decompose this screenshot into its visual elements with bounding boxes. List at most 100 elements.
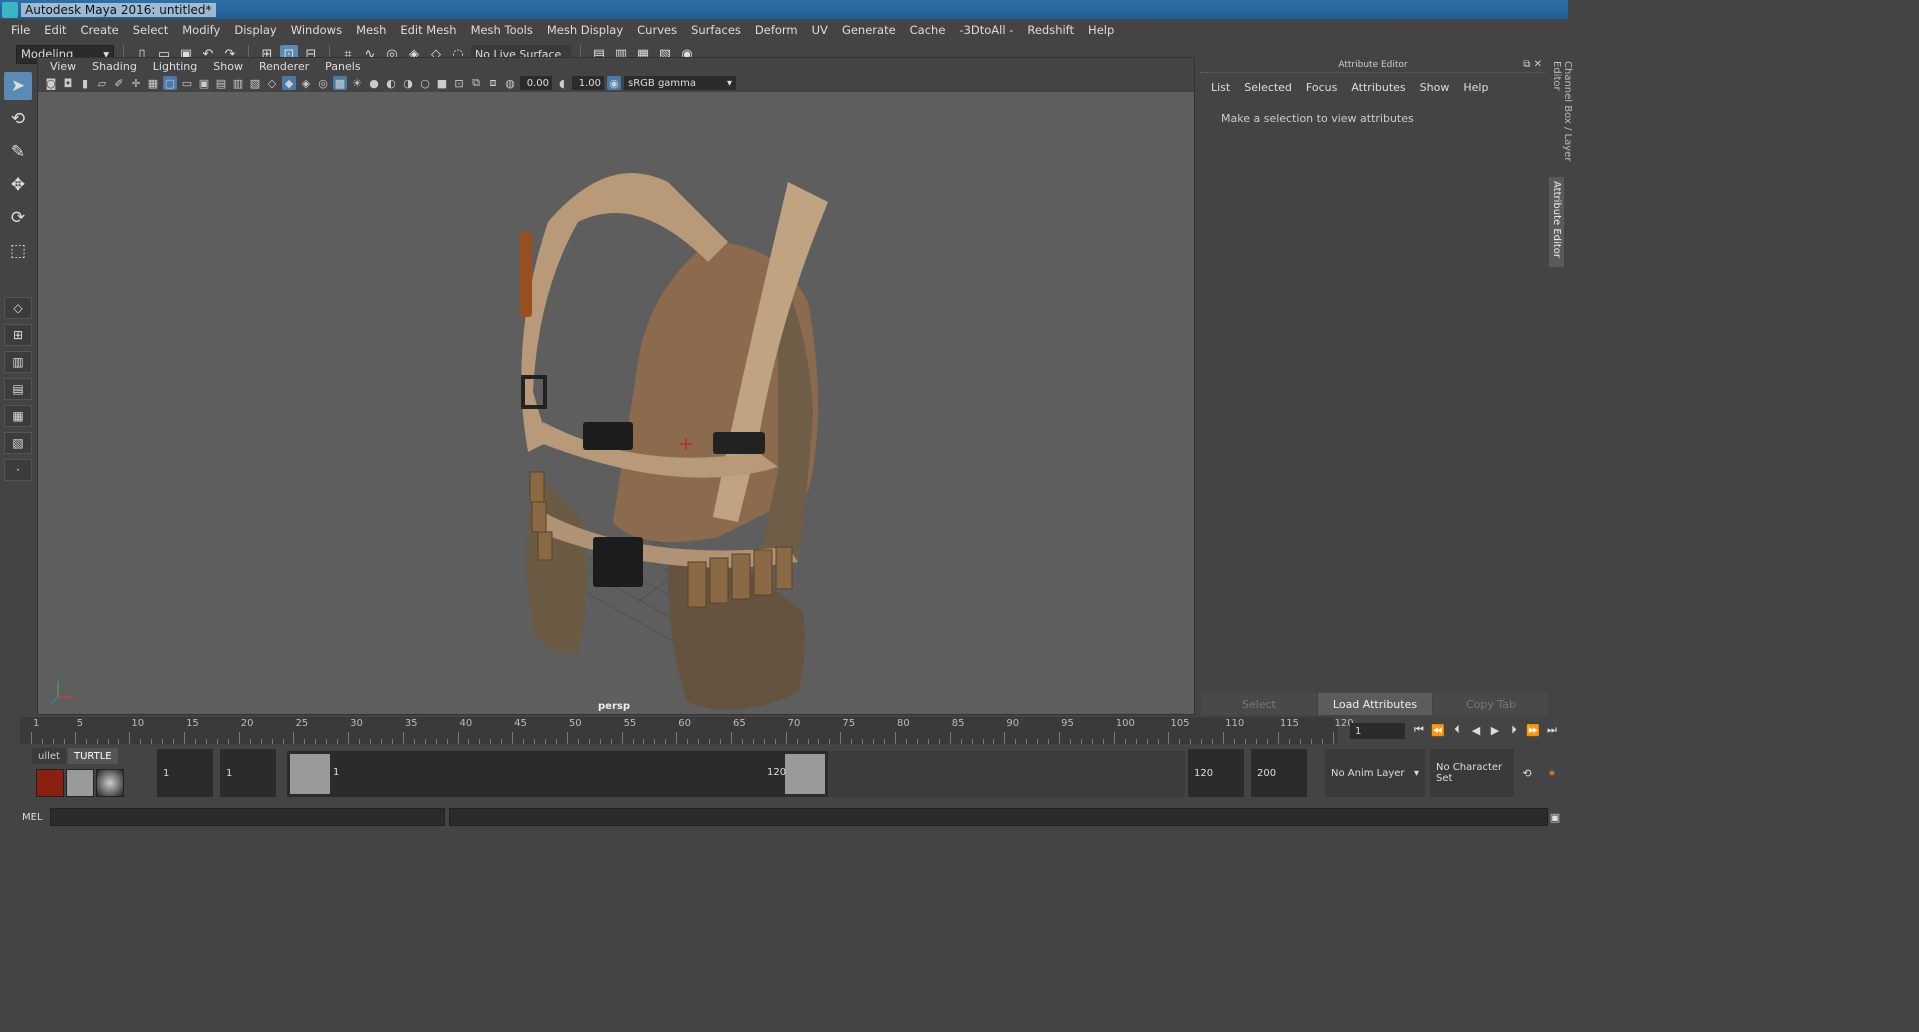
more-layouts-icon[interactable]: · [4, 459, 32, 481]
attribute-menu-item-5[interactable]: Help [1456, 81, 1495, 94]
menu-item-8[interactable]: Edit Mesh [393, 23, 463, 37]
range-end-handle[interactable] [785, 754, 825, 794]
panel-menu-item-1[interactable]: Shading [84, 60, 145, 73]
load-attributes-button[interactable]: Load Attributes [1318, 693, 1432, 715]
playback-end-field[interactable]: 120 [1188, 749, 1244, 797]
menu-item-17[interactable]: -3DtoAll - [952, 23, 1020, 37]
single-perspective-layout-icon[interactable]: ◇ [4, 297, 32, 319]
depth-of-field-icon[interactable]: ■ [435, 76, 449, 90]
color-management-icon[interactable]: ◉ [607, 76, 621, 90]
step-back-key-icon[interactable]: ⏴ [1450, 722, 1464, 738]
safe-title-icon[interactable]: ▧ [248, 76, 262, 90]
field-chart-icon[interactable]: ▤ [214, 76, 228, 90]
tab-attribute-editor[interactable]: Attribute Editor [1549, 177, 1564, 267]
menu-item-12[interactable]: Surfaces [684, 23, 748, 37]
range-slider-bar[interactable] [287, 751, 828, 797]
step-forward-frame-icon[interactable]: ⏩ [1526, 722, 1540, 738]
panel-menu-item-2[interactable]: Lighting [145, 60, 205, 73]
step-forward-key-icon[interactable]: ⏵ [1507, 722, 1521, 738]
sphere-material-icon[interactable] [96, 769, 124, 797]
range-start-handle[interactable] [290, 754, 330, 794]
panel-menu-item-4[interactable]: Renderer [251, 60, 317, 73]
bookmark-icon[interactable]: ▮ [78, 76, 92, 90]
gate-mask-icon[interactable]: ▣ [197, 76, 211, 90]
select-tool-icon[interactable]: ➤ [4, 72, 32, 100]
playback-start-field[interactable]: 1 [220, 749, 276, 797]
camera-icon[interactable]: ◙ [44, 76, 58, 90]
panel-menu-item-3[interactable]: Show [205, 60, 251, 73]
animation-start-field[interactable]: 1 [157, 749, 213, 797]
command-language-label[interactable]: MEL [0, 812, 50, 823]
animation-end-field[interactable]: 200 [1251, 749, 1307, 797]
lasso-tool-icon[interactable]: ⟲ [4, 105, 32, 133]
menu-item-14[interactable]: UV [805, 23, 835, 37]
xray-joints-icon[interactable]: ⧉ [469, 76, 483, 90]
auto-key-icon[interactable]: ⟲ [1520, 765, 1534, 781]
custom-layout-icon[interactable]: ▧ [4, 432, 32, 454]
gamma-icon[interactable]: ◖ [555, 76, 569, 90]
exposure-icon[interactable]: ◍ [503, 76, 517, 90]
safe-action-icon[interactable]: ▥ [231, 76, 245, 90]
xray-active-icon[interactable]: ⧈ [486, 76, 500, 90]
attribute-menu-item-2[interactable]: Focus [1299, 81, 1344, 94]
four-view-layout-icon[interactable]: ⊞ [4, 324, 32, 346]
menu-item-7[interactable]: Mesh [349, 23, 393, 37]
go-to-end-icon[interactable]: ⏭ [1545, 722, 1559, 738]
tab-channel-box[interactable]: Channel Box / Layer Editor [1549, 57, 1575, 177]
resolution-gate-icon[interactable]: ▭ [180, 76, 194, 90]
view-transform-select[interactable]: sRGB gamma ▾ [624, 76, 736, 90]
panel-menu-item-5[interactable]: Panels [317, 60, 368, 73]
play-backwards-icon[interactable]: ◀ [1469, 722, 1483, 738]
step-back-frame-icon[interactable]: ⏪ [1431, 722, 1445, 738]
animation-preferences-icon[interactable]: ✶ [1545, 765, 1559, 781]
shelf-tab-turtle[interactable]: TURTLE [67, 748, 118, 764]
use-all-lights-icon[interactable]: ☀ [350, 76, 364, 90]
menu-item-4[interactable]: Modify [175, 23, 227, 37]
menu-item-6[interactable]: Windows [284, 23, 349, 37]
xray-icon[interactable]: ◎ [316, 76, 330, 90]
move-tool-icon[interactable]: ✥ [4, 171, 32, 199]
ambient-occlusion-icon[interactable]: ◐ [384, 76, 398, 90]
menu-item-13[interactable]: Deform [748, 23, 805, 37]
play-forwards-icon[interactable]: ▶ [1488, 722, 1502, 738]
grease-pencil-icon[interactable]: ✐ [112, 76, 126, 90]
textured-icon[interactable]: ▩ [333, 76, 347, 90]
current-frame-field[interactable]: 1 [1350, 723, 1405, 739]
range-slider-track[interactable]: 1 120 [287, 751, 1185, 797]
menu-item-16[interactable]: Cache [903, 23, 953, 37]
character-set-select[interactable]: No Character Set [1430, 749, 1514, 797]
menu-item-0[interactable]: File [4, 23, 37, 37]
menu-item-1[interactable]: Edit [37, 23, 73, 37]
wireframe-on-shaded-icon[interactable]: ◈ [299, 76, 313, 90]
shelf-tab-bullet[interactable]: ullet [32, 748, 66, 764]
attribute-menu-item-0[interactable]: List [1204, 81, 1237, 94]
attribute-menu-item-1[interactable]: Selected [1237, 81, 1299, 94]
paint-select-tool-icon[interactable]: ✎ [4, 138, 32, 166]
menu-item-19[interactable]: Help [1081, 23, 1121, 37]
bullet-solver-icon[interactable] [36, 769, 64, 797]
attribute-menu-item-3[interactable]: Attributes [1344, 81, 1412, 94]
attribute-menu-item-4[interactable]: Show [1413, 81, 1457, 94]
2d-pan-zoom-icon[interactable]: ✛ [129, 76, 143, 90]
film-gate-icon[interactable]: ▢ [163, 76, 177, 90]
select-button[interactable]: Select [1202, 693, 1316, 715]
menu-item-15[interactable]: Generate [835, 23, 903, 37]
time-slider-ticks[interactable]: 1 5 10 15 20 25 30 35 40 45 50 55 60 65 70 75 80 85 90 95 10… [20, 717, 1354, 744]
gamma-field[interactable]: 1.00 [572, 76, 604, 90]
rotate-tool-icon[interactable]: ⟳ [4, 204, 32, 232]
menu-item-10[interactable]: Mesh Display [540, 23, 630, 37]
image-plane-icon[interactable]: ▱ [95, 76, 109, 90]
anim-layer-select[interactable]: No Anim Layer ▾ [1325, 749, 1425, 797]
anti-aliasing-icon[interactable]: ○ [418, 76, 432, 90]
menu-item-3[interactable]: Select [126, 23, 175, 37]
grid-icon[interactable]: ▦ [146, 76, 160, 90]
persp-outliner-layout-icon[interactable]: ▥ [4, 351, 32, 373]
camera-attributes-icon[interactable]: ◘ [61, 76, 75, 90]
menu-item-18[interactable]: Redshift [1020, 23, 1081, 37]
exposure-field[interactable]: 0.00 [520, 76, 552, 90]
menu-item-9[interactable]: Mesh Tools [464, 23, 540, 37]
motion-blur-icon[interactable]: ◑ [401, 76, 415, 90]
menu-item-11[interactable]: Curves [630, 23, 684, 37]
outliner-persp-graph-layout-icon[interactable]: ▦ [4, 405, 32, 427]
smooth-shade-icon[interactable]: ◆ [282, 76, 296, 90]
